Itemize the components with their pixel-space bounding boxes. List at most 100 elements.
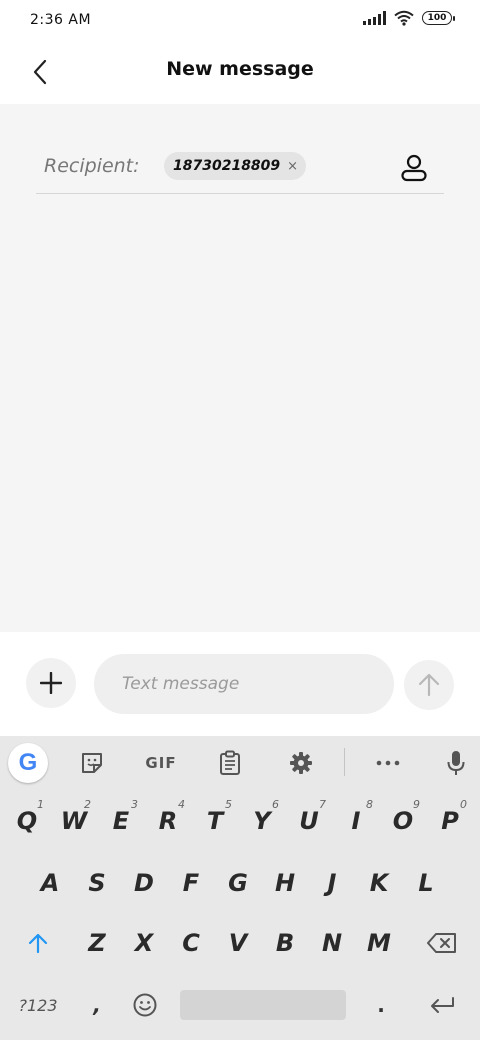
key-hint: 6 (272, 798, 279, 811)
add-contact-button[interactable] (396, 150, 432, 186)
key-s[interactable]: S (74, 856, 120, 910)
key-hint: 1 (37, 798, 44, 811)
key-row-1: Q1 W2 E3 R4 T5 Y6 U7 I8 O9 P0 (0, 794, 480, 848)
key-label: Y (253, 807, 271, 835)
key-hint: 9 (413, 798, 420, 811)
gif-label: GIF (145, 754, 177, 772)
key-m[interactable]: M (356, 916, 402, 970)
key-hint: 3 (131, 798, 138, 811)
compose-bar (0, 632, 480, 736)
key-label: R (158, 807, 178, 835)
key-d[interactable]: D (121, 856, 167, 910)
key-u[interactable]: U7 (286, 794, 332, 848)
sticker-button[interactable] (70, 743, 114, 783)
recipient-row: Recipient: 18730218809 × (36, 144, 444, 194)
key-h[interactable]: H (262, 856, 308, 910)
contact-person-icon (401, 154, 427, 182)
remove-recipient-icon[interactable]: × (287, 159, 298, 174)
emoji-key[interactable] (122, 978, 168, 1032)
key-label: P (441, 807, 459, 835)
key-label: Q (16, 807, 38, 835)
key-g[interactable]: G (215, 856, 261, 910)
key-hint: 7 (319, 798, 326, 811)
key-a[interactable]: A (27, 856, 73, 910)
backspace-icon (427, 933, 456, 953)
backspace-key[interactable] (408, 916, 476, 970)
key-label: E (112, 807, 130, 835)
key-x[interactable]: X (121, 916, 167, 970)
key-hint: 0 (460, 798, 467, 811)
key-c[interactable]: C (168, 916, 214, 970)
key-j[interactable]: J (309, 856, 355, 910)
key-z[interactable]: Z (74, 916, 120, 970)
status-bar: 2:36 AM 100 (0, 0, 480, 42)
page-title: New message (166, 58, 314, 80)
text-message-input[interactable] (94, 654, 394, 714)
key-row-2: A S D F G H J K L (0, 856, 480, 910)
key-hint: 5 (225, 798, 232, 811)
keyboard-toolbar: G GIF (0, 736, 480, 790)
key-t[interactable]: T5 (192, 794, 238, 848)
key-o[interactable]: O9 (380, 794, 426, 848)
clipboard-button[interactable] (208, 743, 252, 783)
add-attachment-button[interactable] (26, 658, 76, 708)
key-q[interactable]: Q1 (4, 794, 50, 848)
voice-input-button[interactable] (434, 743, 478, 783)
enter-icon (431, 997, 454, 1013)
wifi-icon (394, 10, 414, 26)
plus-icon (40, 672, 62, 694)
message-body-area: Recipient: 18730218809 × (0, 104, 480, 632)
google-button[interactable]: G (8, 743, 48, 783)
key-hint: 4 (178, 798, 185, 811)
arrow-up-icon (418, 673, 440, 697)
toolbar-divider (344, 748, 345, 776)
recipient-chip[interactable]: 18730218809 × (164, 152, 307, 180)
recipient-chip-text: 18730218809 (173, 158, 281, 174)
key-n[interactable]: N (309, 916, 355, 970)
key-f[interactable]: F (168, 856, 214, 910)
key-label: O (392, 807, 414, 835)
enter-key[interactable] (408, 978, 476, 1032)
key-p[interactable]: P0 (427, 794, 473, 848)
send-button[interactable] (404, 660, 454, 710)
symbols-key[interactable]: ?123 (4, 978, 72, 1032)
settings-button[interactable] (279, 743, 323, 783)
key-hint: 2 (84, 798, 91, 811)
comma-key[interactable]: , (74, 978, 120, 1032)
key-i[interactable]: I8 (333, 794, 379, 848)
key-l[interactable]: L (403, 856, 449, 910)
key-row-bottom: ?123 , . (0, 978, 480, 1032)
key-row-3: Z X C V B N M (0, 916, 480, 970)
key-e[interactable]: E3 (98, 794, 144, 848)
emoji-icon (133, 993, 157, 1017)
key-label: I (351, 807, 361, 835)
key-v[interactable]: V (215, 916, 261, 970)
more-button[interactable] (366, 743, 410, 783)
key-b[interactable]: B (262, 916, 308, 970)
key-label: W (60, 807, 88, 835)
keyboard: G GIF Q 1 W 2 E 3 R 4 T 5 Y 6 U 7 I 8 O … (0, 736, 480, 1040)
more-dots-icon (376, 760, 400, 766)
settings-gear-icon (290, 752, 312, 774)
clipboard-icon (220, 750, 240, 775)
key-y[interactable]: Y6 (239, 794, 285, 848)
period-key[interactable]: . (358, 978, 404, 1032)
signal-icon (363, 11, 386, 25)
key-label: U (299, 807, 319, 835)
app-header: New message (0, 42, 480, 104)
status-time: 2:36 AM (30, 12, 92, 28)
key-hint: 8 (366, 798, 373, 811)
battery-level: 100 (427, 13, 447, 23)
key-r[interactable]: R4 (145, 794, 191, 848)
space-key[interactable] (180, 990, 346, 1020)
shift-key[interactable] (4, 916, 72, 970)
sticker-icon (82, 753, 102, 773)
key-label: T (206, 807, 224, 835)
mic-icon (447, 751, 465, 775)
key-k[interactable]: K (356, 856, 402, 910)
key-w[interactable]: W2 (51, 794, 97, 848)
status-icons: 100 (363, 10, 455, 26)
gif-button[interactable]: GIF (137, 743, 185, 783)
shift-icon (28, 933, 48, 954)
battery-icon: 100 (422, 11, 455, 25)
